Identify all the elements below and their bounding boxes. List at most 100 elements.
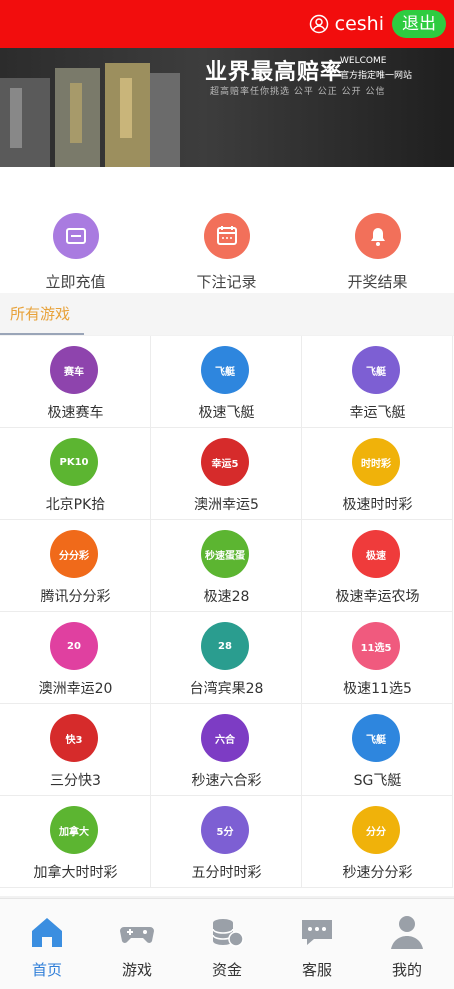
game-cell[interactable]: 六合 秒速六合彩 xyxy=(151,704,302,796)
game-logo-icon: 加拿大 xyxy=(50,806,98,854)
game-logo-badge: 5分 xyxy=(216,826,234,838)
game-logo-icon: 赛车 xyxy=(50,346,98,394)
tab-label: 首页 xyxy=(31,961,62,979)
user-circle-icon[interactable] xyxy=(309,14,329,34)
recharge-label: 立即充值 xyxy=(45,273,106,291)
game-cell[interactable]: 快3 三分快3 xyxy=(0,704,151,796)
tab-label: 资金 xyxy=(211,961,242,979)
game-name: 秒速分分彩 xyxy=(342,865,413,881)
game-name: 五分时时彩 xyxy=(191,865,262,881)
game-name: 极速时时彩 xyxy=(342,497,413,513)
game-name: 极速幸运农场 xyxy=(335,589,420,605)
game-logo-badge: 28 xyxy=(218,640,232,652)
recharge-action[interactable]: 立即充值 xyxy=(0,167,151,293)
game-cell[interactable]: 幸运5 澳洲幸运5 xyxy=(151,428,302,520)
game-cell[interactable]: 秒速蛋蛋极速28 xyxy=(151,520,302,612)
game-logo-badge: 时时彩 xyxy=(361,458,391,470)
top-bar: ceshi 退出 xyxy=(0,0,454,48)
banner-tagline: 超高赔率任你挑选 公平 公正 公开 公信 xyxy=(210,87,386,97)
game-logo-badge: 幸运5 xyxy=(211,458,239,470)
game-logo-icon: 11选5 xyxy=(352,622,400,670)
tab-support[interactable]: 客服 xyxy=(272,899,362,989)
game-name: 极速11选5 xyxy=(343,681,412,697)
game-logo-icon: 飞艇 xyxy=(201,346,249,394)
game-logo-icon: 飞艇 xyxy=(352,346,400,394)
game-logo-icon: 5分 xyxy=(201,806,249,854)
game-logo-badge: 秒速蛋蛋 xyxy=(205,550,245,562)
username[interactable]: ceshi xyxy=(335,13,384,35)
tab-label: 游戏 xyxy=(121,961,152,979)
game-cell[interactable]: 赛车 极速赛车 xyxy=(0,336,151,428)
banner-title: 业界最高赔率 xyxy=(205,60,344,85)
banner-official: 官方指定唯一网站 xyxy=(340,71,413,81)
promo-banner[interactable]: 业界最高赔率 WELCOME 官方指定唯一网站 超高赔率任你挑选 公平 公正 公… xyxy=(0,48,454,167)
tab-profile[interactable]: 我的 xyxy=(362,899,452,989)
game-cell[interactable]: 20 澳洲幸运20 xyxy=(0,612,151,704)
game-logo-badge: 快3 xyxy=(65,734,83,746)
game-name: 幸运飞艇 xyxy=(349,405,406,421)
game-logo-icon: 幸运5 xyxy=(201,438,249,486)
game-logo-icon: 分分 xyxy=(352,806,400,854)
bell-icon xyxy=(355,213,401,259)
game-name: 三分快3 xyxy=(50,773,101,789)
game-logo-icon: 分分彩 xyxy=(50,530,98,578)
game-logo-icon: 20 xyxy=(50,622,98,670)
gold-bars-graphic xyxy=(0,63,180,167)
game-logo-icon: 快3 xyxy=(50,714,98,762)
game-logo-icon: 极速 xyxy=(352,530,400,578)
game-cell[interactable]: 28 台湾宾果28 xyxy=(151,612,302,704)
game-cell[interactable]: 飞艇 极速飞艇 xyxy=(151,336,302,428)
game-logo-icon: 时时彩 xyxy=(352,438,400,486)
coins-icon xyxy=(212,919,244,947)
game-name: 加拿大时时彩 xyxy=(33,865,118,881)
game-name: 澳洲幸运20 xyxy=(38,681,113,697)
game-name: 极速28 xyxy=(203,589,250,605)
game-logo-badge: 极速 xyxy=(366,550,386,562)
recharge-icon xyxy=(53,213,99,259)
gamepad-icon xyxy=(120,927,154,943)
bottom-tab-bar: 首页 游戏 资金 客服 我的 xyxy=(0,898,454,989)
game-logo-badge: 20 xyxy=(67,640,81,652)
chat-icon xyxy=(302,920,332,945)
game-logo-badge: 分分 xyxy=(366,826,386,838)
game-logo-badge: 飞艇 xyxy=(215,366,235,378)
game-name: 澳洲幸运5 xyxy=(194,497,259,513)
game-logo-badge: PK10 xyxy=(59,456,89,468)
tab-home[interactable]: 首页 xyxy=(2,899,92,989)
game-name: 台湾宾果28 xyxy=(189,681,264,697)
game-cell[interactable]: 飞艇 幸运飞艇 xyxy=(302,336,453,428)
game-cell[interactable]: 分分 秒速分分彩 xyxy=(302,796,453,888)
game-logo-icon: 秒速蛋蛋 xyxy=(201,530,249,578)
game-cell[interactable]: 5分五分时时彩 xyxy=(151,796,302,888)
tab-label: 我的 xyxy=(391,961,422,979)
game-logo-icon: PK10 xyxy=(50,438,98,486)
draw-results-label: 开奖结果 xyxy=(347,273,408,291)
calendar-icon xyxy=(204,213,250,259)
game-logo-badge: 加拿大 xyxy=(59,826,89,838)
bet-history-action[interactable]: 下注记录 xyxy=(151,167,302,293)
game-cell[interactable]: PK10 北京PK拾 xyxy=(0,428,151,520)
game-cell[interactable]: 时时彩 极速时时彩 xyxy=(302,428,453,520)
game-name: 极速飞艇 xyxy=(198,405,255,421)
game-cell[interactable]: 加拿大 加拿大时时彩 xyxy=(0,796,151,888)
tab-funds[interactable]: 资金 xyxy=(182,899,272,989)
game-logo-badge: 飞艇 xyxy=(366,366,386,378)
logout-button[interactable]: 退出 xyxy=(392,10,446,38)
game-logo-icon: 28 xyxy=(201,622,249,670)
game-logo-icon: 六合 xyxy=(201,714,249,762)
game-logo-badge: 分分彩 xyxy=(59,550,89,562)
game-cell[interactable]: 分分彩 腾讯分分彩 xyxy=(0,520,151,612)
bet-history-label: 下注记录 xyxy=(196,273,257,291)
all-games-title[interactable]: 所有游戏 xyxy=(10,303,70,324)
game-cell[interactable]: 11选5 极速11选5 xyxy=(302,612,453,704)
section-underline xyxy=(0,333,84,335)
tab-label: 客服 xyxy=(301,961,332,979)
banner-welcome: WELCOME xyxy=(340,56,387,66)
game-cell[interactable]: 极速 极速幸运农场 xyxy=(302,520,453,612)
tab-games[interactable]: 游戏 xyxy=(92,899,182,989)
draw-results-action[interactable]: 开奖结果 xyxy=(302,167,453,293)
home-icon xyxy=(32,918,62,947)
game-name: SG飞艇 xyxy=(353,773,402,789)
game-logo-icon: 飞艇 xyxy=(352,714,400,762)
game-cell[interactable]: 飞艇 SG飞艇 xyxy=(302,704,453,796)
